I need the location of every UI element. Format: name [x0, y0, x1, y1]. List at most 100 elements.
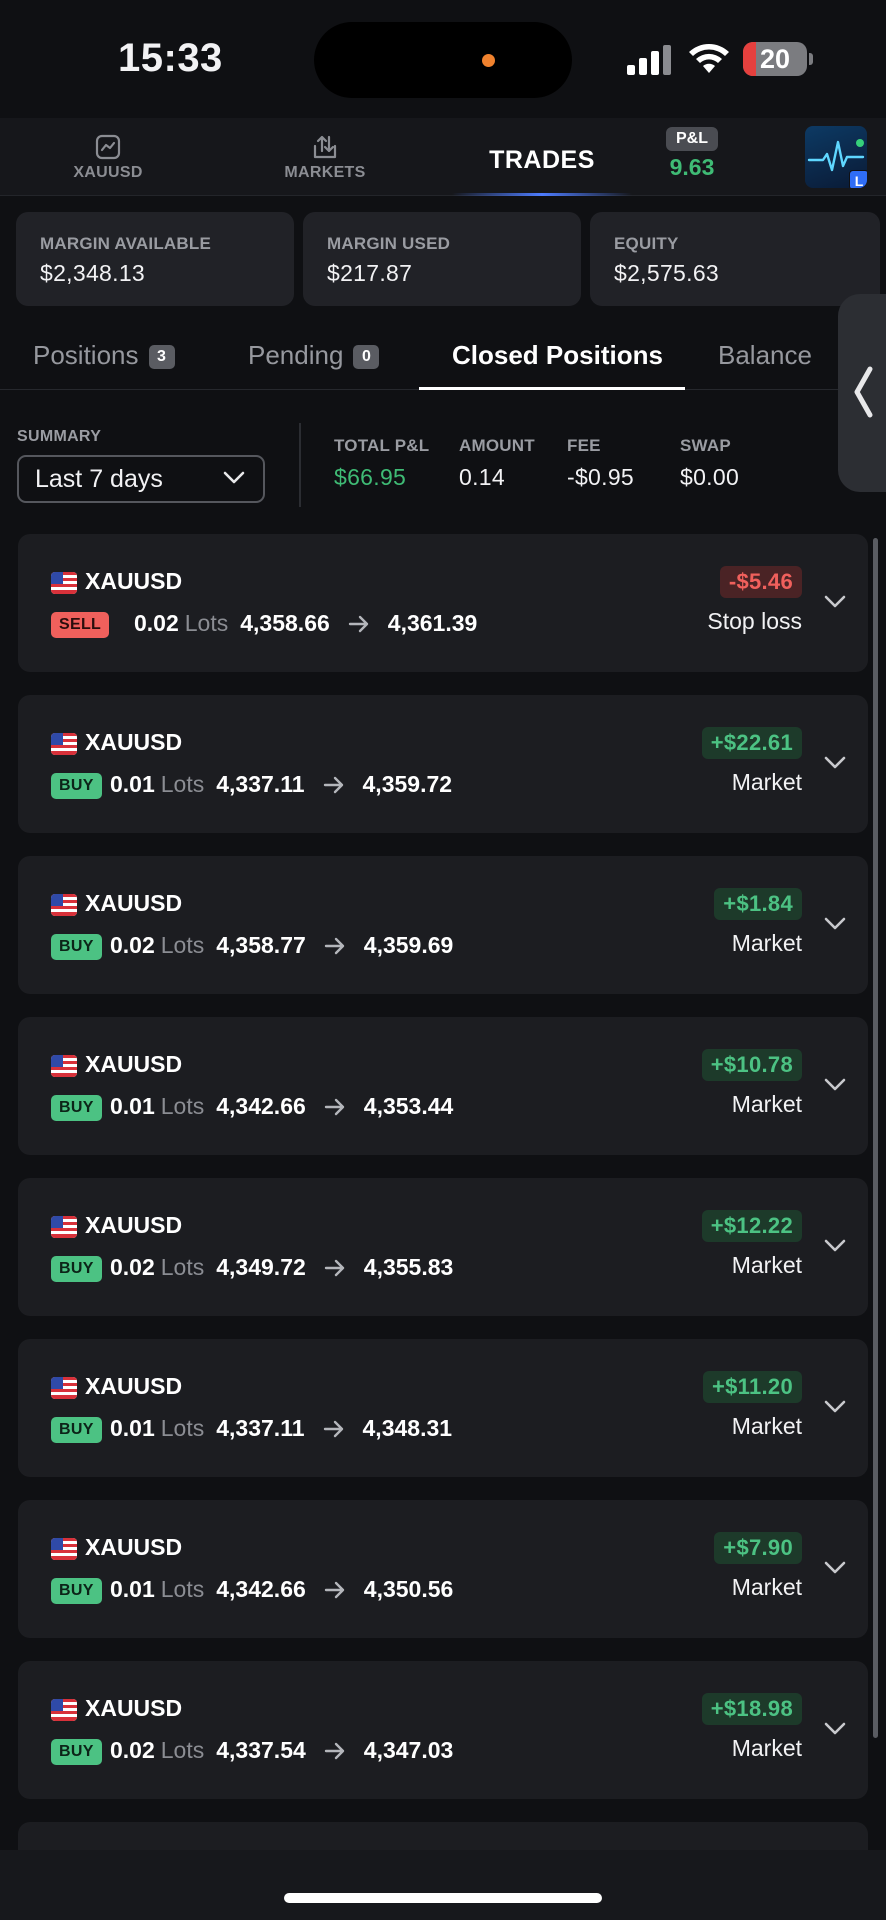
trade-lots-unit: Lots: [184, 610, 229, 636]
cellular-signal-icon: [627, 45, 671, 75]
trade-row[interactable]: XAUUSD BUY 0.02 Lots 4,337.54 4,347.03 +$18…: [18, 1661, 868, 1799]
trade-pnl: +$12.22: [701, 1210, 802, 1242]
trade-open-price: 4,337.11: [216, 1415, 305, 1441]
trade-tabs: Positions 3 Pending 0 Closed Positions Bal…: [0, 320, 886, 390]
summary-divider: [299, 423, 301, 507]
us-flag-icon: [51, 894, 77, 916]
tab-closed-positions[interactable]: Closed Positions: [452, 340, 663, 371]
side-panel-handle[interactable]: [838, 294, 886, 492]
trade-close-reason: Stop loss: [707, 608, 802, 634]
trade-side-badge: BUY: [51, 773, 102, 799]
swap-label: SWAP: [680, 436, 731, 455]
arrow-right-icon: [324, 1259, 344, 1277]
margin-used-label: MARGIN USED: [327, 234, 451, 253]
chevron-down-icon[interactable]: [822, 1236, 848, 1256]
chevron-down-icon[interactable]: [822, 753, 848, 773]
arrow-right-icon: [323, 776, 343, 794]
status-bar: 15:33 20: [0, 0, 886, 118]
bottom-safe-area: [0, 1850, 886, 1920]
chevron-down-icon[interactable]: [822, 1075, 848, 1095]
trade-close-price: 4,359.72: [362, 771, 453, 797]
trade-open-price: 4,337.54: [216, 1737, 306, 1763]
trade-pnl: +$22.61: [701, 727, 802, 759]
trade-side-badge: BUY: [51, 1578, 102, 1604]
us-flag-icon: [51, 1055, 77, 1077]
trade-symbol: XAUUSD: [85, 568, 183, 594]
trade-close-price: 4,355.83: [363, 1254, 454, 1280]
dynamic-island: [314, 22, 572, 98]
tab-positions-count: 3: [148, 345, 175, 369]
trade-symbol: XAUUSD: [85, 1212, 183, 1238]
scrollbar[interactable]: [873, 538, 878, 1738]
trade-details: 0.01 Lots 4,337.11 4,359.72: [110, 771, 452, 798]
nav-xauusd[interactable]: XAUUSD: [60, 134, 156, 182]
battery-icon: 20: [743, 42, 807, 76]
home-indicator[interactable]: [284, 1893, 602, 1903]
tab-positions[interactable]: Positions 3: [33, 340, 175, 371]
trade-side-badge: BUY: [51, 1256, 102, 1282]
trade-row[interactable]: XAUUSD SELL 0.02 Lots 4,358.66 4,361.39 -$5…: [18, 534, 868, 672]
fee-stat: FEE -$0.95: [567, 436, 634, 491]
trade-pnl: +$7.90: [714, 1532, 802, 1564]
arrow-right-icon: [323, 1420, 343, 1438]
us-flag-icon: [51, 1216, 77, 1238]
chevron-down-icon: [223, 471, 245, 484]
trade-row[interactable]: XAUUSD BUY 0.01 Lots 4,342.66 4,350.56 +$7.…: [18, 1500, 868, 1638]
trade-row[interactable]: XAUUSD BUY 0.01 Lots 4,337.11 4,359.72 +$22…: [18, 695, 868, 833]
status-time: 15:33: [118, 36, 223, 80]
swap-value: $0.00: [680, 464, 740, 490]
trade-close-price: 4,353.44: [363, 1093, 454, 1119]
account-avatar[interactable]: L: [805, 126, 867, 188]
account-type-badge: L: [849, 170, 867, 188]
pnl-value[interactable]: 9.63: [662, 154, 722, 181]
us-flag-icon: [51, 1377, 77, 1399]
trade-open-price: 4,358.66: [240, 610, 330, 636]
battery-percent: 20: [759, 44, 791, 74]
margin-used-card: MARGIN USED $217.87: [303, 212, 581, 306]
trade-pnl: +$18.98: [701, 1693, 802, 1725]
chevron-left-icon: [854, 366, 873, 418]
trade-lots: 0.02: [110, 1254, 155, 1280]
tab-balance[interactable]: Balance: [718, 340, 812, 371]
trade-pnl: +$1.84: [714, 888, 802, 920]
trade-side-badge: BUY: [51, 934, 102, 960]
swap-stat: SWAP $0.00: [680, 436, 739, 491]
chevron-down-icon[interactable]: [822, 1719, 848, 1739]
trade-row[interactable]: XAUUSD BUY 0.02 Lots 4,358.77 4,359.69 +$1.…: [18, 856, 868, 994]
pnl-label[interactable]: P&L: [666, 127, 718, 151]
trade-close-price: 4,359.69: [363, 932, 454, 958]
trade-row[interactable]: XAUUSD BUY 0.01 Lots 4,342.66 4,353.44 +$10…: [18, 1017, 868, 1155]
trade-symbol: XAUUSD: [85, 1695, 183, 1721]
trade-close-reason: Market: [731, 769, 802, 795]
chevron-down-icon[interactable]: [822, 914, 848, 934]
trade-lots: 0.01: [110, 1093, 155, 1119]
nav-trades[interactable]: TRADES: [452, 118, 632, 196]
arrow-right-icon: [324, 1742, 344, 1760]
top-nav: XAUUSD MARKETS TRADES P&L 9.63 L: [0, 118, 886, 196]
us-flag-icon: [51, 572, 77, 594]
date-range-select[interactable]: Last 7 days: [17, 455, 265, 503]
chevron-down-icon[interactable]: [822, 592, 848, 612]
trade-open-price: 4,342.66: [216, 1576, 306, 1602]
trade-close-reason: Market: [731, 930, 802, 956]
margin-available-card: MARGIN AVAILABLE $2,348.13: [16, 212, 294, 306]
trade-row[interactable]: XAUUSD BUY 0.02 Lots 4,349.72 4,355.83 +$12…: [18, 1178, 868, 1316]
fee-value: -$0.95: [567, 464, 635, 490]
equity-value: $2,575.63: [614, 260, 720, 286]
trade-lots-unit: Lots: [160, 1254, 205, 1280]
nav-markets[interactable]: MARKETS: [270, 134, 380, 182]
trade-row[interactable]: XAUUSD BUY 0.01 Lots 4,337.11 4,348.31 +$11…: [18, 1339, 868, 1477]
amount-stat: AMOUNT 0.14: [459, 436, 535, 491]
trade-close-price: 4,347.03: [363, 1737, 454, 1763]
tab-pending[interactable]: Pending 0: [248, 340, 380, 371]
trade-symbol: XAUUSD: [85, 890, 183, 916]
trade-details: 0.02 Lots 4,358.66 4,361.39: [134, 610, 477, 637]
equity-label: EQUITY: [614, 234, 679, 253]
nav-trades-active-indicator: [452, 193, 632, 196]
chevron-down-icon[interactable]: [822, 1397, 848, 1417]
trade-open-price: 4,349.72: [216, 1254, 306, 1280]
tab-positions-label: Positions: [33, 340, 139, 370]
chevron-down-icon[interactable]: [822, 1558, 848, 1578]
date-range-value: Last 7 days: [35, 465, 163, 493]
trade-details: 0.01 Lots 4,342.66 4,353.44: [110, 1093, 453, 1120]
